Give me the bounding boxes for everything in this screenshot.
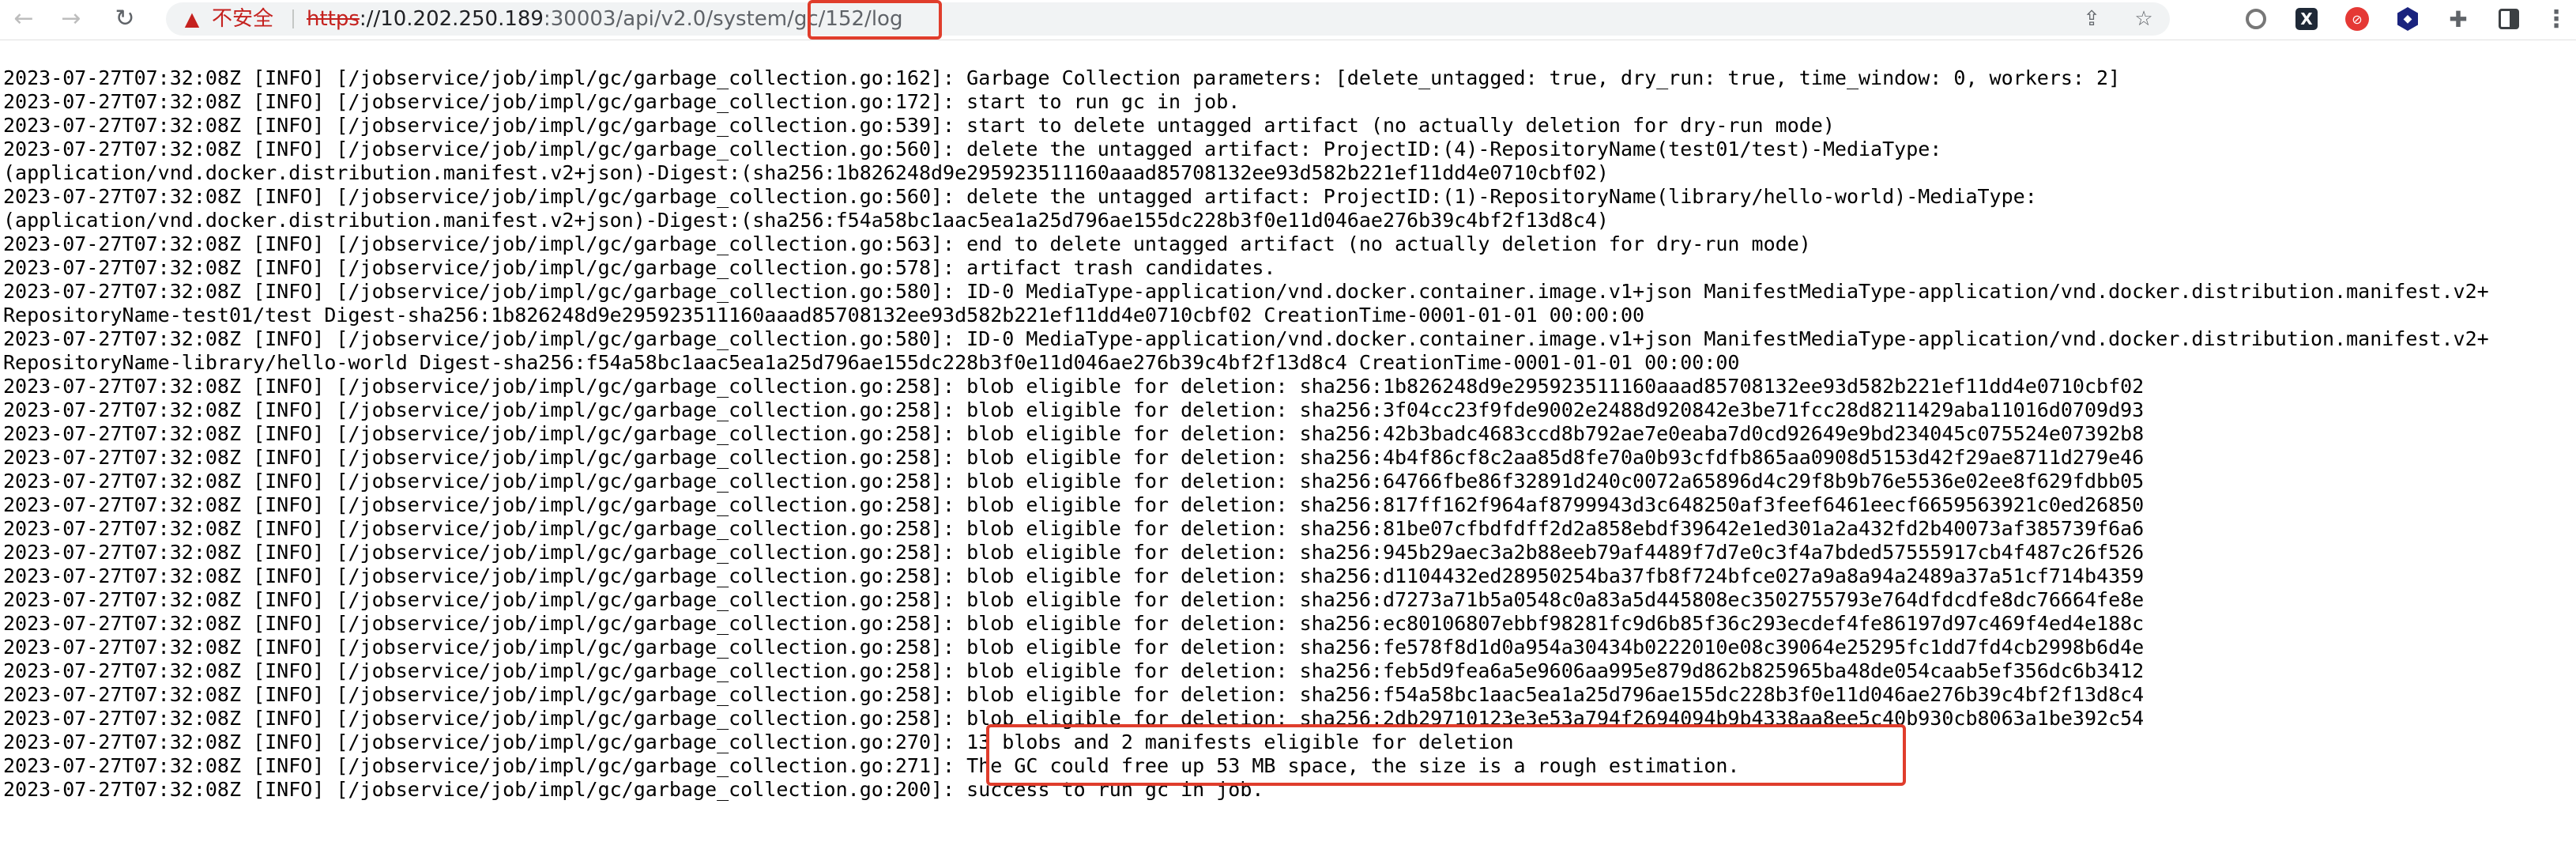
log-line: (application/vnd.docker.distribution.man…	[3, 209, 1609, 232]
log-line: 2023-07-27T07:32:08Z [INFO] [/jobservice…	[3, 398, 2145, 421]
log-line: 2023-07-27T07:32:08Z [INFO] [/jobservice…	[3, 659, 2145, 682]
log-line: 2023-07-27T07:32:08Z [INFO] [/jobservice…	[3, 280, 2489, 303]
log-line: 2023-07-27T07:32:08Z [INFO] [/jobservice…	[3, 114, 1835, 137]
url-host: ://10.202.250.189	[359, 7, 544, 31]
omnibox-separator	[292, 9, 294, 28]
side-panel-icon[interactable]	[2495, 6, 2522, 32]
puzzle-icon[interactable]: ✚	[2445, 6, 2472, 32]
reload-button[interactable]: ↻	[109, 3, 141, 35]
kebab-menu-icon[interactable]: ⋮	[2543, 6, 2570, 33]
log-line: 2023-07-27T07:32:08Z [INFO] [/jobservice…	[3, 778, 1264, 801]
url-text[interactable]: https://10.202.250.189:30003/api/v2.0/sy…	[307, 2, 902, 36]
log-line: 2023-07-27T07:32:08Z [INFO] [/jobservice…	[3, 754, 1740, 777]
extension-hexagon-icon[interactable]: ◆	[2394, 6, 2421, 32]
url-path: :30003/api/v2.0/system/gc/152/log	[543, 7, 903, 31]
log-line: 2023-07-27T07:32:08Z [INFO] [/jobservice…	[3, 517, 2145, 540]
log-line: RepositoryName-library/hello-world Diges…	[3, 351, 1740, 374]
arrow-left-icon: ←	[13, 5, 34, 32]
log-line: 2023-07-27T07:32:08Z [INFO] [/jobservice…	[3, 636, 2145, 659]
log-line: 2023-07-27T07:32:08Z [INFO] [/jobservice…	[3, 256, 1276, 279]
back-button[interactable]: ←	[8, 3, 40, 35]
log-line: 2023-07-27T07:32:08Z [INFO] [/jobservice…	[3, 588, 2145, 611]
log-line: 2023-07-27T07:32:08Z [INFO] [/jobservice…	[3, 493, 2145, 516]
log-line: 2023-07-27T07:32:08Z [INFO] [/jobservice…	[3, 422, 2145, 445]
log-line: 2023-07-27T07:32:08Z [INFO] [/jobservice…	[3, 564, 2145, 587]
warning-triangle-icon: ▲	[184, 8, 200, 30]
log-line: 2023-07-27T07:32:08Z [INFO] [/jobservice…	[3, 66, 2121, 89]
extension-blocked-icon[interactable]: ⊘	[2344, 6, 2371, 32]
log-line: 2023-07-27T07:32:08Z [INFO] [/jobservice…	[3, 683, 2145, 706]
reload-icon: ↻	[115, 5, 135, 32]
arrow-right-icon: →	[61, 5, 81, 32]
extension-x-icon[interactable]: X	[2293, 6, 2320, 32]
log-line: (application/vnd.docker.distribution.man…	[3, 161, 1609, 184]
forward-button[interactable]: →	[55, 3, 87, 35]
bookmark-star-icon[interactable]: ☆	[2132, 7, 2156, 31]
log-line: 2023-07-27T07:32:08Z [INFO] [/jobservice…	[3, 90, 1241, 113]
log-output: 2023-07-27T07:32:08Z [INFO] [/jobservice…	[3, 66, 2489, 802]
browser-toolbar: ← → ↻ ▲ 不安全 https://10.202.250.189:30003…	[0, 0, 2576, 40]
log-line: 2023-07-27T07:32:08Z [INFO] [/jobservice…	[3, 185, 2037, 208]
log-line: 2023-07-27T07:32:08Z [INFO] [/jobservice…	[3, 446, 2145, 469]
log-line: 2023-07-27T07:32:08Z [INFO] [/jobservice…	[3, 375, 2145, 398]
log-line: 2023-07-27T07:32:08Z [INFO] [/jobservice…	[3, 232, 1811, 255]
share-icon[interactable]: ⇪	[2080, 7, 2103, 31]
log-line: 2023-07-27T07:32:08Z [INFO] [/jobservice…	[3, 327, 2489, 350]
insecure-label[interactable]: 不安全	[212, 2, 273, 36]
extension-circle-icon[interactable]	[2243, 6, 2269, 32]
log-line: 2023-07-27T07:32:08Z [INFO] [/jobservice…	[3, 612, 2145, 635]
log-line: RepositoryName-test01/test Digest-sha256…	[3, 304, 1645, 327]
log-line: 2023-07-27T07:32:08Z [INFO] [/jobservice…	[3, 138, 1942, 160]
url-scheme: https	[307, 7, 360, 31]
address-bar[interactable]: ▲ 不安全 https://10.202.250.189:30003/api/v…	[166, 2, 2170, 36]
log-line: 2023-07-27T07:32:08Z [INFO] [/jobservice…	[3, 731, 1514, 753]
log-line: 2023-07-27T07:32:08Z [INFO] [/jobservice…	[3, 541, 2145, 564]
log-line: 2023-07-27T07:32:08Z [INFO] [/jobservice…	[3, 707, 2145, 730]
log-line: 2023-07-27T07:32:08Z [INFO] [/jobservice…	[3, 470, 2145, 493]
